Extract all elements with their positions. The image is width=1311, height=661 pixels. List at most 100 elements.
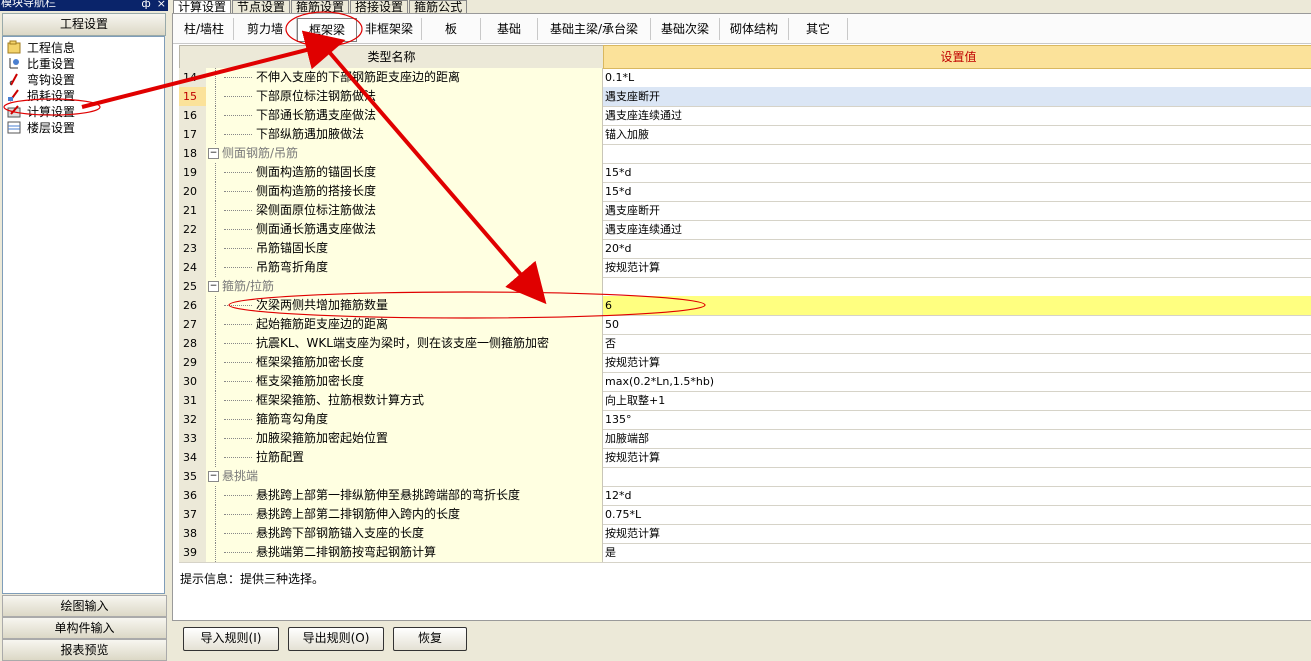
tree-item-label: 计算设置 bbox=[27, 104, 76, 119]
subtab-masonry[interactable]: 砌体结构 bbox=[720, 18, 789, 40]
subtab-foundation[interactable]: 基础 bbox=[481, 18, 538, 40]
row-value-cell[interactable]: 遇支座连续通过 bbox=[603, 220, 1311, 239]
tree-item-floor[interactable]: 楼层设置 bbox=[7, 119, 75, 135]
tab-node-settings[interactable]: 节点设置 bbox=[232, 0, 291, 14]
table-row[interactable]: 36 悬挑跨上部第一排纵筋伸至悬挑跨端部的弯折长度 12*d bbox=[179, 486, 1311, 506]
collapse-icon[interactable]: − bbox=[208, 281, 219, 292]
row-value-cell[interactable] bbox=[603, 467, 1311, 486]
row-value-cell[interactable]: 6 bbox=[603, 296, 1311, 315]
row-value-cell[interactable]: 加腋端部 bbox=[603, 429, 1311, 448]
row-value-cell[interactable]: 0.1*L bbox=[603, 68, 1311, 87]
row-value-cell[interactable]: 15*d bbox=[603, 182, 1311, 201]
table-row[interactable]: 33 加腋梁箍筋加密起始位置 加腋端部 bbox=[179, 429, 1311, 449]
subtab-foundation-main-beam[interactable]: 基础主梁/承台梁 bbox=[538, 18, 651, 40]
row-name-cell: 侧面构造筋的搭接长度 bbox=[206, 182, 603, 201]
tree-item-calc[interactable]: 计算设置 bbox=[7, 103, 75, 119]
tab-calc-settings[interactable]: 计算设置 bbox=[173, 0, 232, 14]
table-row[interactable]: 26 次梁两侧共增加箍筋数量 6 bbox=[179, 296, 1311, 316]
close-icon[interactable]: × bbox=[157, 0, 166, 9]
table-row[interactable]: 25− 箍筋/拉筋 bbox=[179, 277, 1311, 297]
table-row[interactable]: 17 下部纵筋遇加腋做法 锚入加腋 bbox=[179, 125, 1311, 145]
table-row[interactable]: 39 悬挑端第二排钢筋按弯起钢筋计算是 bbox=[179, 543, 1311, 563]
collapse-icon[interactable]: − bbox=[208, 471, 219, 482]
nav-report-preview[interactable]: 报表预览 bbox=[2, 639, 167, 661]
collapse-icon[interactable]: − bbox=[208, 148, 219, 159]
row-value-cell[interactable]: 向上取整+1 bbox=[603, 391, 1311, 410]
table-row[interactable]: 16 下部通长筋遇支座做法 遇支座连续通过 bbox=[179, 106, 1311, 126]
row-name: 框支梁箍筋加密长度 bbox=[256, 374, 365, 388]
tree-item-label: 比重设置 bbox=[27, 56, 76, 71]
settings-tree: 工程信息 比重设置 弯钩设置 损耗设置 计算设置 楼层设置 bbox=[2, 36, 165, 594]
project-settings-header[interactable]: 工程设置 bbox=[2, 13, 166, 36]
table-row[interactable]: 22 侧面通长筋遇支座做法 遇支座连续通过 bbox=[179, 220, 1311, 240]
table-row[interactable]: 14 不伸入支座的下部钢筋距支座边的距离 0.1*L bbox=[179, 68, 1311, 88]
tree-connector bbox=[215, 543, 216, 562]
row-value-cell[interactable]: 20*d bbox=[603, 239, 1311, 258]
tab-stirrup-formula[interactable]: 箍筋公式 bbox=[409, 0, 468, 14]
row-value-cell[interactable]: max(0.2*Ln,1.5*hb) bbox=[603, 372, 1311, 391]
row-value-cell[interactable]: 15*d bbox=[603, 163, 1311, 182]
import-rules-button[interactable]: 导入规则(I) bbox=[183, 627, 279, 651]
row-value-cell[interactable]: 否 bbox=[603, 334, 1311, 353]
tab-stirrup-settings[interactable]: 箍筋设置 bbox=[291, 0, 350, 14]
subtab-frame-beam[interactable]: 框架梁 bbox=[297, 18, 357, 42]
table-row[interactable]: 35− 悬挑端 bbox=[179, 467, 1311, 487]
table-row[interactable]: 19 侧面构造筋的锚固长度 15*d bbox=[179, 163, 1311, 183]
row-value-cell[interactable] bbox=[603, 277, 1311, 296]
table-row[interactable]: 27 起始箍筋距支座边的距离 50 bbox=[179, 315, 1311, 335]
row-value-cell[interactable]: 按规范计算 bbox=[603, 353, 1311, 372]
table-row[interactable]: 15 下部原位标注钢筋做法 遇支座断开 bbox=[179, 87, 1311, 107]
table-row[interactable]: 34 拉筋配置 按规范计算 bbox=[179, 448, 1311, 468]
table-row[interactable]: 18− 侧面钢筋/吊筋 bbox=[179, 144, 1311, 164]
row-value-cell[interactable]: 50 bbox=[603, 315, 1311, 334]
nav-drawing-input[interactable]: 绘图输入 bbox=[2, 595, 167, 617]
tree-item-loss[interactable]: 损耗设置 bbox=[7, 87, 75, 103]
pin-icon[interactable]: ф bbox=[141, 0, 150, 9]
tree-item-project-info[interactable]: 工程信息 bbox=[7, 39, 75, 55]
row-value-cell[interactable]: 按规范计算 bbox=[603, 448, 1311, 467]
row-value-cell[interactable]: 按规范计算 bbox=[603, 258, 1311, 277]
table-row[interactable]: 28 抗震KL、WKL端支座为梁时，则在该支座一侧箍筋加密否 bbox=[179, 334, 1311, 354]
subtab-foundation-secondary-beam[interactable]: 基础次梁 bbox=[651, 18, 720, 40]
row-value-cell[interactable]: 12*d bbox=[603, 486, 1311, 505]
row-value-cell[interactable]: 锚入加腋 bbox=[603, 125, 1311, 144]
table-row[interactable]: 38 悬挑跨下部钢筋锚入支座的长度 按规范计算 bbox=[179, 524, 1311, 544]
table-row[interactable]: 30 框支梁箍筋加密长度 max(0.2*Ln,1.5*hb) bbox=[179, 372, 1311, 392]
table-row[interactable]: 31 框架梁箍筋、拉筋根数计算方式 向上取整+1 bbox=[179, 391, 1311, 411]
tree-connector bbox=[215, 239, 216, 258]
row-value-cell[interactable] bbox=[603, 144, 1311, 163]
tab-lap-settings[interactable]: 搭接设置 bbox=[350, 0, 409, 14]
subtab-column[interactable]: 柱/墙柱 bbox=[175, 18, 234, 40]
table-row[interactable]: 23 吊筋锚固长度 20*d bbox=[179, 239, 1311, 259]
table-row[interactable]: 32 箍筋弯勾角度 135° bbox=[179, 410, 1311, 430]
subtab-other[interactable]: 其它 bbox=[789, 18, 848, 40]
subtab-slab[interactable]: 板 bbox=[422, 18, 481, 40]
nav-single-component-input[interactable]: 单构件输入 bbox=[2, 617, 167, 639]
row-value-cell[interactable]: 135° bbox=[603, 410, 1311, 429]
tree-item-weight[interactable]: 比重设置 bbox=[7, 55, 75, 71]
table-row[interactable]: 21 梁侧面原位标注筋做法 遇支座断开 bbox=[179, 201, 1311, 221]
row-value-cell[interactable]: 遇支座断开 bbox=[603, 201, 1311, 220]
export-rules-button[interactable]: 导出规则(O) bbox=[288, 627, 384, 651]
row-name-cell: − 箍筋/拉筋 bbox=[206, 277, 603, 296]
table-row[interactable]: 24 吊筋弯折角度 按规范计算 bbox=[179, 258, 1311, 278]
table-row[interactable]: 29 框架梁箍筋加密长度 按规范计算 bbox=[179, 353, 1311, 373]
row-value-cell[interactable]: 遇支座断开 bbox=[603, 87, 1311, 106]
row-value-cell[interactable]: 遇支座连续通过 bbox=[603, 106, 1311, 125]
tree-connector bbox=[215, 220, 216, 239]
col-header-value[interactable]: 设置值 bbox=[603, 45, 1311, 69]
restore-button[interactable]: 恢复 bbox=[393, 627, 467, 651]
tree-connector bbox=[215, 163, 216, 182]
row-value-cell[interactable]: 按规范计算 bbox=[603, 524, 1311, 543]
subtab-non-frame-beam[interactable]: 非框架梁 bbox=[357, 18, 422, 40]
row-name: 框架梁箍筋加密长度 bbox=[256, 355, 365, 369]
row-value-cell[interactable]: 是 bbox=[603, 543, 1311, 562]
col-header-name[interactable]: 类型名称 bbox=[179, 45, 604, 69]
subtab-shear-wall[interactable]: 剪力墙 bbox=[234, 18, 297, 40]
tree-connector bbox=[224, 343, 252, 344]
table-row[interactable]: 20 侧面构造筋的搭接长度 15*d bbox=[179, 182, 1311, 202]
row-name-cell: 吊筋锚固长度 bbox=[206, 239, 603, 258]
table-row[interactable]: 37 悬挑跨上部第二排钢筋伸入跨内的长度 0.75*L bbox=[179, 505, 1311, 525]
tree-item-hook[interactable]: 弯钩设置 bbox=[7, 71, 75, 87]
row-value-cell[interactable]: 0.75*L bbox=[603, 505, 1311, 524]
